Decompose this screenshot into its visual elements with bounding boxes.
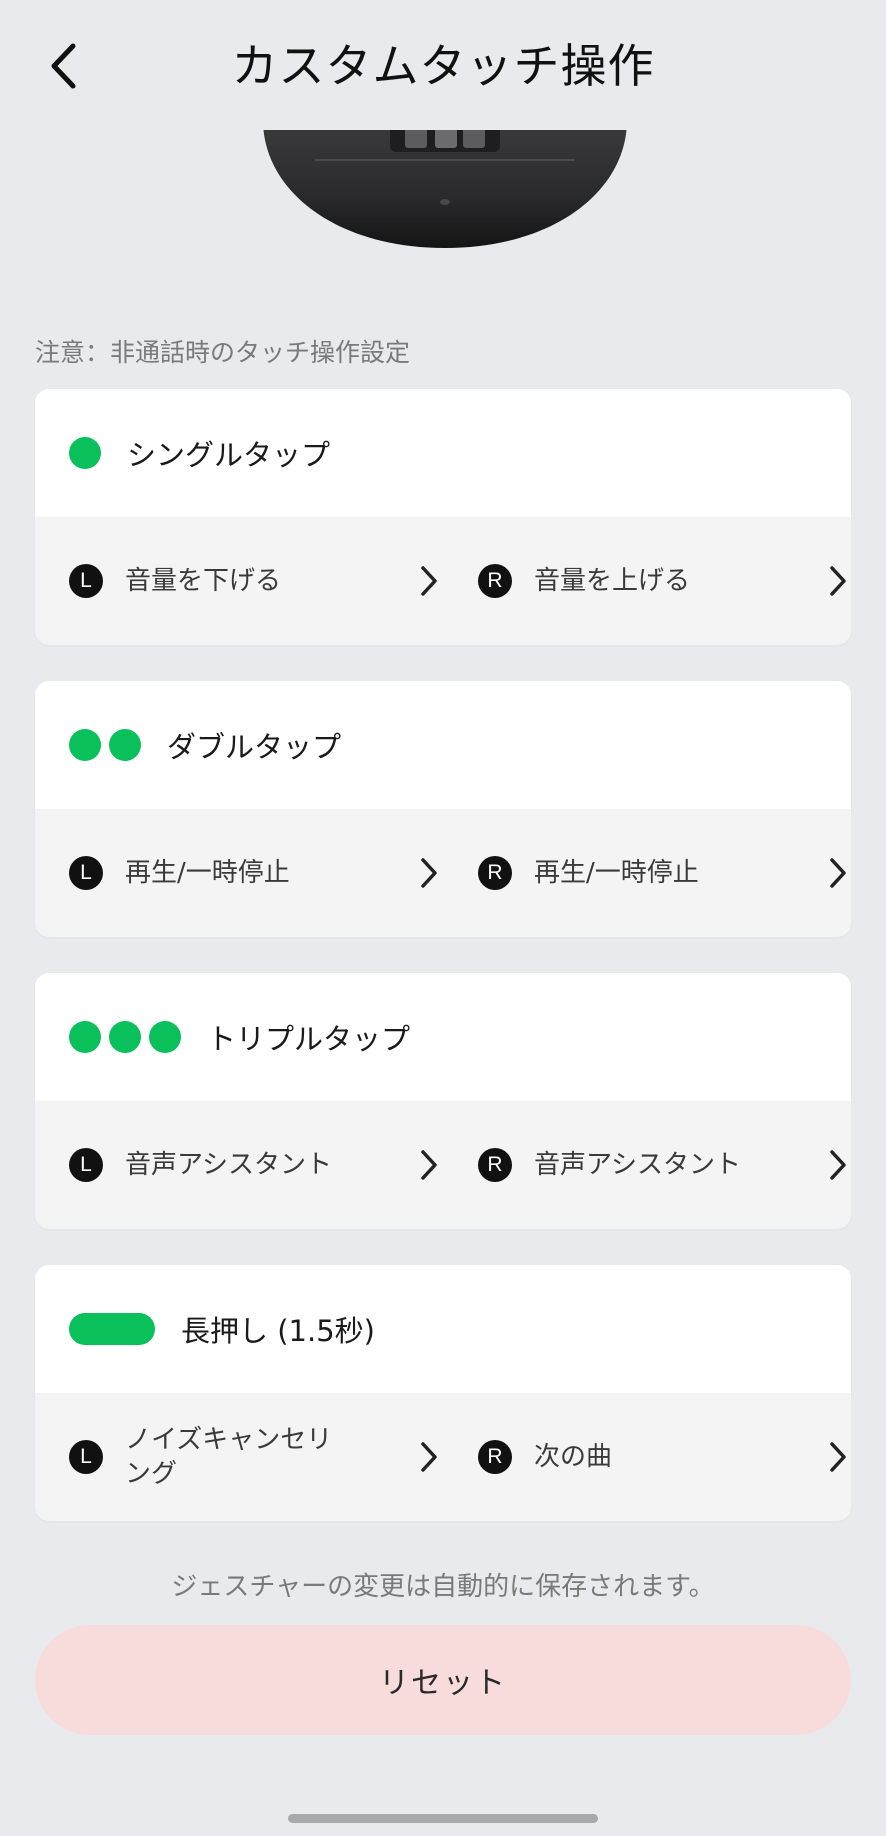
tap-dot-icon <box>69 729 101 761</box>
header-bar: カスタムタッチ操作 <box>0 0 886 130</box>
gesture-title: シングルタップ <box>127 438 331 472</box>
right-action-value: 次の曲 <box>534 1442 613 1472</box>
left-earbud-action[interactable]: L ノイズキャンセリング <box>69 1393 439 1521</box>
home-indicator[interactable] <box>288 1814 598 1823</box>
gesture-title: 長押し (1.5秒) <box>181 1314 375 1348</box>
left-earbud-action[interactable]: L 再生/一時停止 <box>69 809 439 937</box>
left-badge-icon: L <box>69 856 103 890</box>
left-badge-icon: L <box>69 1440 103 1474</box>
chevron-right-icon <box>421 1442 437 1472</box>
right-action-value: 再生/一時停止 <box>534 858 699 888</box>
chevron-right-icon <box>830 566 846 596</box>
gesture-title: ダブルタップ <box>167 730 342 764</box>
right-action-value: 音声アシスタント <box>534 1150 741 1180</box>
chevron-right-icon <box>421 566 437 596</box>
left-badge-icon: L <box>69 564 103 598</box>
left-action-value: 音声アシスタント <box>125 1150 332 1180</box>
left-action-value: ノイズキャンセリング <box>125 1425 333 1489</box>
right-earbud-action[interactable]: R 音量を上げる <box>478 517 848 645</box>
chevron-right-icon <box>830 1150 846 1180</box>
gesture-card-double-tap: ダブルタップ L 再生/一時停止 R 再生/一時停止 <box>35 681 851 937</box>
earbud-case-image <box>263 120 627 248</box>
left-earbud-action[interactable]: L 音量を下げる <box>69 517 439 645</box>
chevron-right-icon <box>830 858 846 888</box>
page-title: カスタムタッチ操作 <box>231 39 655 93</box>
left-badge-icon: L <box>69 1148 103 1182</box>
right-badge-icon: R <box>478 1440 512 1474</box>
gesture-title: トリプルタップ <box>207 1022 411 1056</box>
chevron-right-icon <box>830 1442 846 1472</box>
right-badge-icon: R <box>478 564 512 598</box>
right-badge-icon: R <box>478 1148 512 1182</box>
tap-dot-icon <box>69 1021 101 1053</box>
tap-dot-icon <box>109 1021 141 1053</box>
tap-dot-icon <box>69 437 101 469</box>
right-earbud-action[interactable]: R 次の曲 <box>478 1393 848 1521</box>
right-action-value: 音量を上げる <box>534 566 691 596</box>
gesture-header: シングルタップ <box>35 389 851 517</box>
gesture-header: ダブルタップ <box>35 681 851 809</box>
chevron-right-icon <box>421 858 437 888</box>
gesture-card-long-press: 長押し (1.5秒) L ノイズキャンセリング R 次の曲 <box>35 1265 851 1521</box>
gesture-header: トリプルタップ <box>35 973 851 1101</box>
tap-dot-icon <box>109 729 141 761</box>
right-badge-icon: R <box>478 856 512 890</box>
gesture-card-single-tap: シングルタップ L 音量を下げる R 音量を上げる <box>35 389 851 645</box>
right-earbud-action[interactable]: R 再生/一時停止 <box>478 809 848 937</box>
chevron-right-icon <box>421 1150 437 1180</box>
tap-dot-icon <box>149 1021 181 1053</box>
autosave-note: ジェスチャーの変更は自動的に保存されます。 <box>171 1572 715 1602</box>
left-action-value: 音量を下げる <box>125 566 282 596</box>
long-press-pill-icon <box>69 1313 155 1345</box>
gesture-card-triple-tap: トリプルタップ L 音声アシスタント R 音声アシスタント <box>35 973 851 1229</box>
reset-button[interactable]: リセット <box>35 1625 851 1735</box>
touch-settings-note: 注意：非通話時のタッチ操作設定 <box>35 338 411 367</box>
right-earbud-action[interactable]: R 音声アシスタント <box>478 1101 848 1229</box>
left-earbud-action[interactable]: L 音声アシスタント <box>69 1101 439 1229</box>
left-action-value: 再生/一時停止 <box>125 858 290 888</box>
gesture-header: 長押し (1.5秒) <box>35 1265 851 1393</box>
